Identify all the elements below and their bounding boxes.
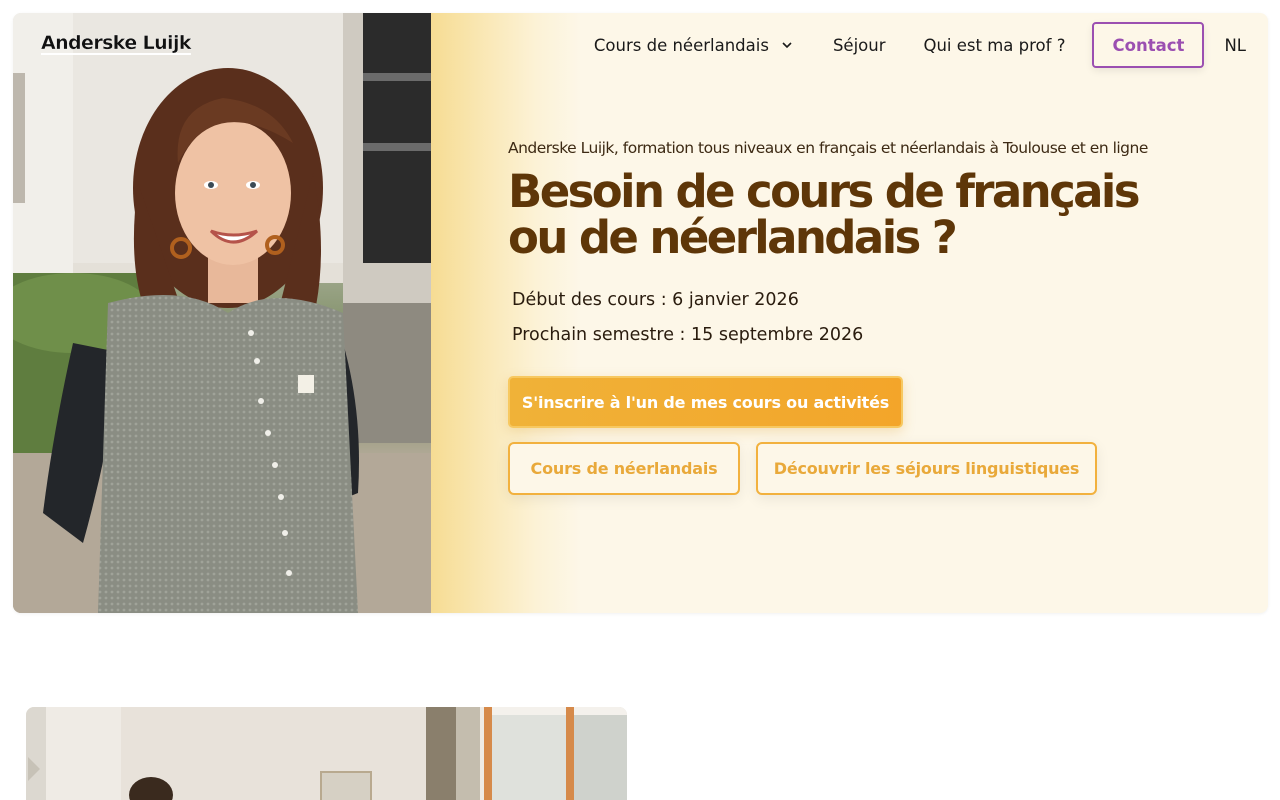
nav-item-label: Séjour — [832, 35, 886, 55]
next-semester-date: Prochain semestre : 15 septembre 2026 — [512, 325, 864, 345]
headline-line-2: ou de néerlandais ? — [508, 211, 958, 264]
course-start-date: Début des cours : 6 janvier 2026 — [512, 290, 799, 310]
language-switch-nl[interactable]: NL — [1224, 36, 1246, 55]
hero-headline: Besoin de cours de français ou de néerla… — [508, 169, 1188, 261]
chevron-down-icon — [782, 42, 792, 49]
nav-item-qui-est-ma-prof[interactable]: Qui est ma prof ? — [923, 36, 1065, 55]
hero-content: Anderske Luijk, formation tous niveaux e… — [508, 139, 1188, 495]
nav-item-label: Cours de néerlandais — [593, 35, 769, 55]
site-logo[interactable]: Anderske Luijk — [41, 32, 192, 54]
signup-button[interactable]: S'inscrire à l'un de mes cours ou activi… — [508, 376, 903, 428]
course-dates: Début des cours : 6 janvier 2026 Prochai… — [512, 283, 1188, 353]
language-stays-button[interactable]: Découvrir les séjours linguistiques — [756, 442, 1097, 495]
dutch-courses-button[interactable]: Cours de néerlandais — [508, 442, 740, 495]
classroom-photo — [26, 707, 627, 800]
teacher-portrait-photo — [13, 13, 431, 613]
nav-item-label: Qui est ma prof ? — [923, 35, 1066, 55]
contact-button[interactable]: Contact — [1092, 22, 1205, 68]
hero-section: Anderske Luijk Cours de néerlandais Séjo… — [13, 13, 1268, 613]
hero-eyebrow: Anderske Luijk, formation tous niveaux e… — [508, 139, 1148, 157]
main-navigation: Cours de néerlandais Séjour Qui est ma p… — [594, 22, 1246, 68]
nav-item-cours-neerlandais[interactable]: Cours de néerlandais — [594, 36, 795, 55]
nav-item-sejour[interactable]: Séjour — [833, 36, 886, 55]
